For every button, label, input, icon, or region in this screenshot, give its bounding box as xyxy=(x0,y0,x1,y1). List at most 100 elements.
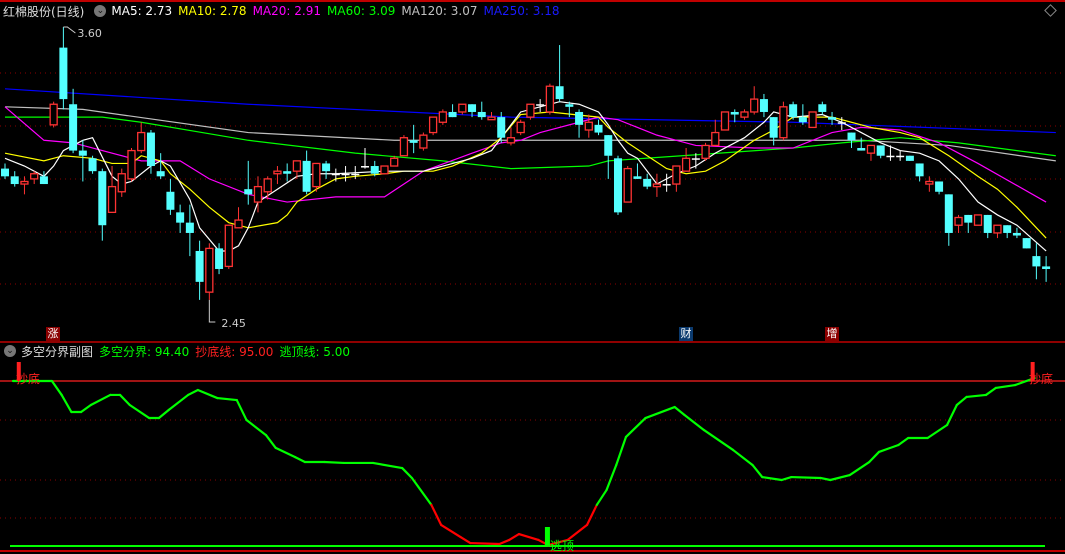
candle xyxy=(361,148,370,169)
candle xyxy=(127,148,136,182)
candle xyxy=(234,207,243,229)
candle xyxy=(847,132,856,149)
oscillator-segment xyxy=(401,466,414,480)
candle-body xyxy=(594,124,603,133)
candle xyxy=(711,119,720,147)
candle-body xyxy=(399,137,409,157)
marker-rise[interactable]: 涨 xyxy=(46,327,60,341)
oscillator-segment xyxy=(945,403,958,427)
candle xyxy=(633,163,642,179)
candles xyxy=(1,27,1051,300)
candle-body xyxy=(828,117,837,120)
bottom-signal-label-right: 抄底 xyxy=(1029,372,1054,386)
candle-body xyxy=(49,103,58,126)
candle-body xyxy=(438,111,448,123)
candle-body xyxy=(905,155,914,161)
candle-body xyxy=(98,171,107,226)
candle-body xyxy=(633,176,642,179)
candle xyxy=(185,204,194,257)
candle xyxy=(166,178,175,215)
candle xyxy=(536,99,545,112)
candle xyxy=(322,160,331,179)
candle xyxy=(730,109,739,123)
candle xyxy=(973,214,983,226)
candle-body xyxy=(215,248,224,269)
oscillator-segment xyxy=(508,532,521,542)
candle-body xyxy=(322,163,331,172)
candle xyxy=(49,101,58,128)
candle-body xyxy=(1022,238,1031,249)
candle-body xyxy=(428,116,438,134)
oscillator-segment xyxy=(459,535,472,545)
oscillator-segment xyxy=(196,388,219,400)
candle-body xyxy=(711,131,720,147)
candle-body xyxy=(973,214,983,226)
oscillator-segment xyxy=(605,463,618,492)
candle-body xyxy=(516,121,525,134)
candle-body xyxy=(253,185,263,203)
candle xyxy=(20,176,29,195)
bottom-signal-label-left: 抄底 xyxy=(16,372,41,386)
candle xyxy=(283,163,292,182)
stock-title: 红棉股份(日线) xyxy=(3,4,85,19)
oscillator-segment xyxy=(624,416,647,439)
candle-body xyxy=(643,178,652,187)
candle-body xyxy=(331,173,340,176)
candle-body xyxy=(185,222,194,233)
candle xyxy=(604,135,613,179)
candle xyxy=(273,166,282,185)
candle xyxy=(925,176,934,192)
candle xyxy=(1012,227,1021,239)
candle-body xyxy=(1032,256,1041,267)
candle xyxy=(983,214,992,239)
candle-body xyxy=(837,122,846,124)
candle-body xyxy=(876,145,885,156)
candle xyxy=(876,145,885,159)
oscillator-segment xyxy=(274,446,297,459)
ma10-value: MA10: 2.78 xyxy=(178,4,247,18)
candle xyxy=(88,155,97,174)
indicator-value: 多空分界: 94.40 xyxy=(99,344,190,359)
candle-body xyxy=(477,111,486,118)
candle xyxy=(575,109,584,138)
marker-increase[interactable]: 增 xyxy=(825,327,839,341)
candle-body xyxy=(857,148,866,151)
candle xyxy=(750,86,759,115)
chevron-down-icon[interactable]: ⌄ xyxy=(4,345,16,357)
candle xyxy=(331,168,340,182)
kline-chart[interactable]: 3.60 2.45 xyxy=(0,0,1065,554)
candle-body xyxy=(652,183,662,188)
candle xyxy=(681,148,691,172)
chevron-down-icon[interactable]: ⌄ xyxy=(94,5,107,17)
candle-body xyxy=(623,167,632,203)
candle xyxy=(789,101,798,120)
candle xyxy=(759,93,768,118)
candle xyxy=(1042,256,1051,282)
candle-body xyxy=(691,158,700,160)
candle xyxy=(896,150,905,161)
candle-body xyxy=(866,144,876,154)
candle-body xyxy=(526,103,535,118)
candle xyxy=(341,166,350,182)
ma60-value: MA60: 3.09 xyxy=(327,4,396,18)
candle-body xyxy=(312,162,321,188)
candle-body xyxy=(10,176,19,185)
oscillator-segment xyxy=(780,475,793,482)
candle-body xyxy=(555,86,564,100)
marker-finance[interactable]: 财 xyxy=(679,327,693,341)
candle-body xyxy=(380,165,389,175)
oscillator-segment xyxy=(926,423,949,440)
candle-body xyxy=(117,173,126,193)
oscillator-segment xyxy=(80,403,92,414)
candle-body xyxy=(536,104,545,106)
oscillator-segment xyxy=(60,393,73,414)
candle-body xyxy=(896,155,905,158)
oscillator-segment xyxy=(994,383,1017,390)
oscillator-segment xyxy=(673,405,686,417)
oscillator-segment xyxy=(440,523,462,539)
candle-body xyxy=(662,184,671,186)
candle-body xyxy=(283,171,292,174)
candle-body xyxy=(419,134,428,149)
oscillator-segment xyxy=(877,443,900,454)
candle-body xyxy=(779,106,788,139)
